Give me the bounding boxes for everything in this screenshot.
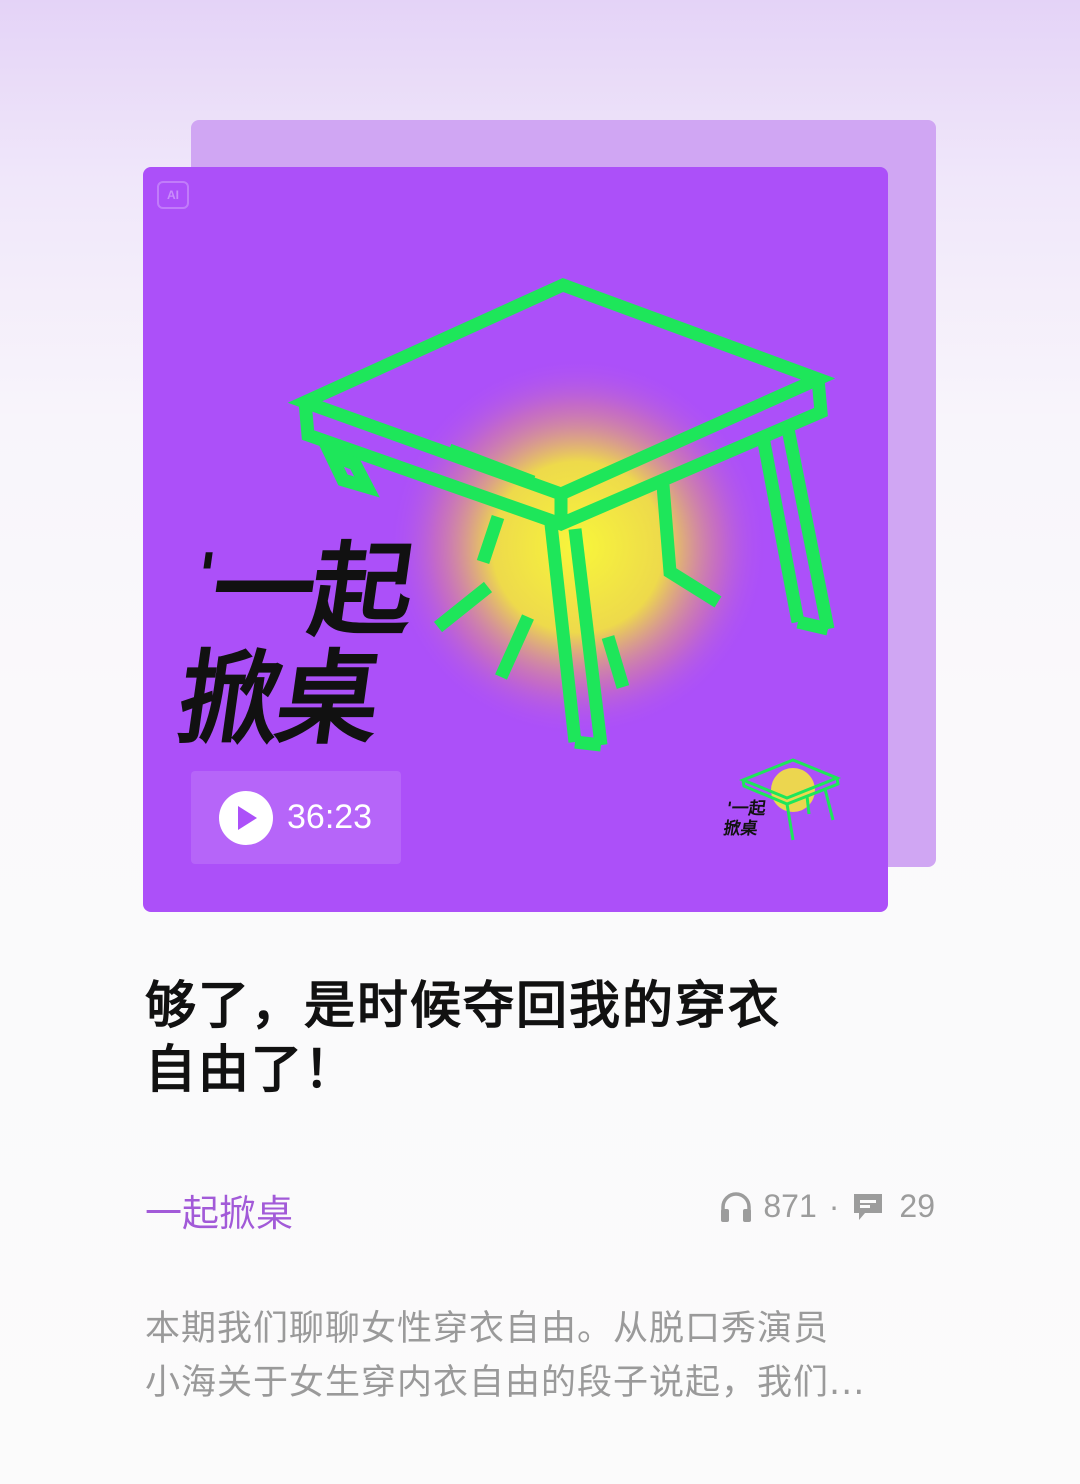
podcast-name-link[interactable]: 一起掀桌	[145, 1183, 293, 1237]
comment-count: 29	[899, 1188, 935, 1224]
cover-title: '一起 掀桌	[170, 522, 505, 759]
comment-icon	[854, 1193, 883, 1220]
mini-logo-line2: 掀桌	[722, 819, 759, 839]
play-button[interactable]	[219, 790, 273, 845]
play-icon	[238, 805, 257, 830]
listen-count: 871	[763, 1188, 817, 1224]
description-line1: 本期我们聊聊女性穿衣自由。从脱口秀演员	[145, 1309, 830, 1349]
episode-title[interactable]: 够了，是时候夺回我的穿衣 自由了！	[145, 975, 905, 1103]
episode-stats: 871 · 29	[719, 1188, 935, 1225]
episode-title-line1: 够了，是时候夺回我的穿衣	[145, 977, 782, 1036]
cover-title-line1: 一起	[204, 532, 418, 651]
episode-description[interactable]: 本期我们聊聊女性穿衣自由。从脱口秀演员 小海关于女生穿内衣自由的段子说起，我们.…	[145, 1302, 945, 1410]
play-duration-pill[interactable]: 36:23	[191, 771, 401, 864]
description-line2: 小海关于女生穿内衣自由的段子说起，我们...	[145, 1363, 866, 1403]
stats-separator: ·	[828, 1188, 840, 1224]
episode-title-line2: 自由了！	[145, 1041, 358, 1100]
episode-duration: 36:23	[287, 798, 373, 836]
mini-logo-line1: '一起	[725, 799, 768, 819]
headphones-icon	[721, 1191, 752, 1222]
episode-cover[interactable]: AI '一起 掀桌 36:23 '一起 掀桌	[143, 167, 888, 912]
mini-logo-text: '一起 掀桌	[722, 799, 767, 839]
cover-title-line2: 掀桌	[170, 640, 384, 759]
